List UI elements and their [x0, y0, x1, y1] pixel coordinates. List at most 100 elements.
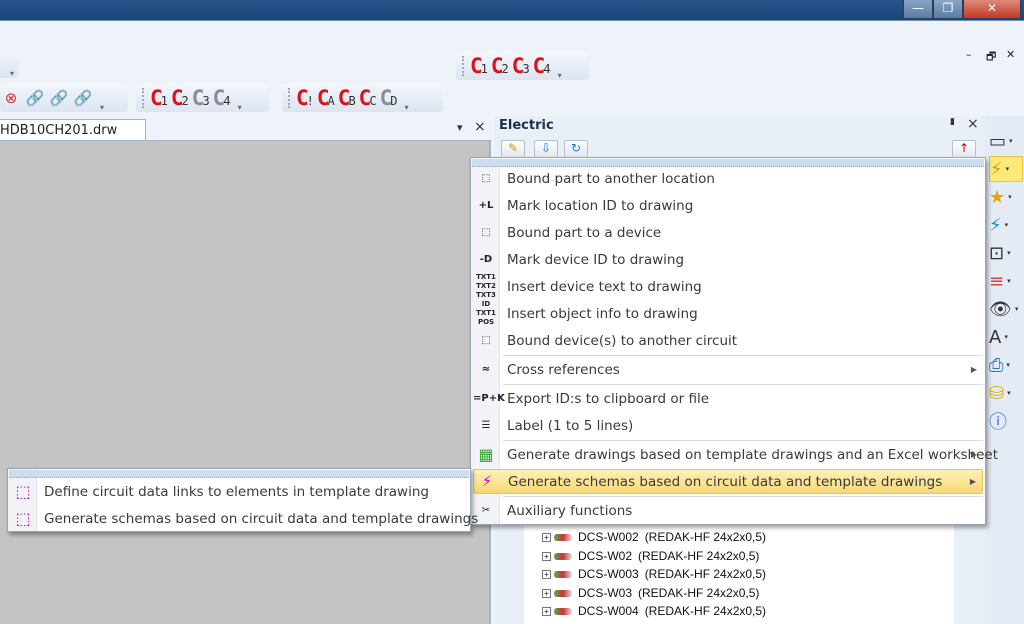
submenu-grip[interactable]	[9, 470, 469, 478]
mdi-restore-button[interactable]: 🗗	[986, 48, 996, 67]
circuit-letter: C	[337, 86, 351, 110]
window-icon[interactable]: ▭ ▾	[989, 128, 1023, 154]
window-minimize-button[interactable]: —	[903, 0, 933, 19]
help-icon[interactable]: ⓘ	[989, 408, 1023, 434]
menu-item[interactable]: ⬚ Bound part to another location	[473, 166, 983, 191]
circuit-button[interactable]: CA	[317, 86, 336, 110]
circuit-letter: C	[511, 54, 525, 78]
submenu-arrow-icon: ▶	[969, 477, 976, 486]
menu-item[interactable]: +L Mark location ID to drawing	[473, 193, 983, 218]
favorites-icon[interactable]: ★ ▾	[989, 184, 1023, 210]
menu-item[interactable]: TXT1 TXT2 TXT3 Insert device text to draw…	[473, 273, 983, 299]
window-restore-button[interactable]: ❐	[933, 0, 963, 19]
panel-close-button[interactable]: ×	[967, 116, 979, 132]
remove-icon[interactable]: ⊗	[0, 88, 22, 108]
circuit-button[interactable]: CC	[359, 86, 378, 110]
link-add-icon[interactable]: 🔗	[48, 88, 70, 108]
component-icon[interactable]: ⊡ ▾	[989, 240, 1023, 266]
menu-item-label: Auxiliary functions	[507, 502, 633, 519]
menu-item[interactable]: ID TXT1 POS Insert object info to drawing	[473, 300, 983, 326]
menu-item[interactable]: ☰ Label (1 to 5 lines)	[473, 413, 983, 438]
circuit-button[interactable]: C2	[171, 86, 190, 110]
drawing-canvas[interactable]	[0, 140, 491, 624]
cable-id: DCS-W003	[578, 567, 639, 581]
menu-separator	[503, 384, 983, 385]
device-text-icon: TXT1 TXT2 TXT3	[476, 273, 496, 299]
menu-item-label: Bound part to another location	[507, 170, 715, 187]
circuit-letter: C	[379, 86, 393, 110]
circuit-button[interactable]: CB	[338, 86, 357, 110]
circuit-index: 2	[181, 94, 189, 108]
circuit-button[interactable]: C!	[296, 86, 315, 110]
pane-close-button[interactable]: ×	[474, 119, 486, 135]
menu-item[interactable]: ≈ Cross references ▶	[473, 357, 983, 382]
expand-icon[interactable]: +	[542, 551, 551, 561]
circuit-button[interactable]: C4	[533, 54, 552, 78]
window-close-button[interactable]: ✕	[963, 0, 1021, 19]
menu-separator	[503, 355, 983, 356]
mdi-minimize-button[interactable]: –	[966, 48, 972, 61]
tree-node[interactable]: + DCS-W003 (REDAK-HF 24x2x0,5)	[542, 567, 766, 581]
pane-menu-button[interactable]: ▾	[457, 121, 463, 134]
menu-item-label: Cross references	[507, 361, 620, 378]
cable-id: DCS-W002	[578, 530, 639, 544]
menu-item[interactable]: ⬚ Bound device(s) to another circuit	[473, 328, 983, 353]
cable-type: (REDAK-HF 24x2x0,5)	[638, 585, 760, 600]
database-icon[interactable]: ⛁ ▾	[989, 380, 1023, 406]
cable-id: DCS-W03	[578, 585, 633, 600]
menu-item[interactable]: ⚡ Generate schemas based on circuit data …	[473, 469, 983, 494]
toolbar-overflow-icon[interactable]: ▾	[404, 103, 408, 112]
circuit-button[interactable]: C3	[192, 86, 211, 110]
circuit-button[interactable]: C3	[512, 54, 531, 78]
tree-node[interactable]: + DCS-W02 (REDAK-HF 24x2x0,5)	[542, 549, 759, 563]
circuit-button[interactable]: C1	[150, 86, 169, 110]
menu-item[interactable]: ✂ Auxiliary functions	[473, 498, 983, 523]
tree-node[interactable]: + DCS-W03 (REDAK-HF 24x2x0,5)	[542, 586, 759, 600]
circuit-index: 1	[160, 94, 168, 108]
menu-item-label: Generate schemas based on circuit data a…	[508, 473, 943, 490]
expand-icon[interactable]: +	[542, 570, 551, 580]
expand-icon[interactable]: +	[542, 533, 551, 543]
menu-separator	[503, 440, 983, 441]
expand-icon[interactable]: +	[542, 588, 551, 598]
cable-icon	[554, 534, 572, 542]
menu-item-label: Bound part to a device	[507, 224, 662, 241]
cable-icon	[554, 552, 572, 560]
cable-icon[interactable]: ≡ ▾	[989, 268, 1023, 294]
toolbar-overflow-icon[interactable]: ▾	[558, 71, 562, 80]
link-remove-icon[interactable]: 🔗	[72, 88, 94, 108]
text-style-icon[interactable]: A ▾	[989, 324, 1023, 350]
menu-item[interactable]: =P+K Export ID:s to clipboard or file	[473, 386, 983, 411]
circuit-toolbar-top: C1 C2 C3 C4 ▾	[456, 52, 589, 80]
submenu-item[interactable]: ⬚ Generate schemas based on circuit data …	[10, 506, 478, 531]
circuit-button[interactable]: C4	[213, 86, 232, 110]
expand-icon[interactable]: +	[542, 607, 551, 617]
submenu-item[interactable]: ⬚ Define circuit data links to elements i…	[10, 479, 468, 504]
toolbar-overflow-icon[interactable]: ▾	[10, 69, 14, 78]
circuit-button[interactable]: CD	[380, 86, 399, 110]
tree-node[interactable]: + DCS-W004 (REDAK-HF 24x2x0,5)	[542, 604, 766, 618]
menu-item[interactable]: ▦ Generate drawings based on template dra…	[473, 442, 998, 467]
link-toolbar: ⊗ 🔗 🔗 🔗 ▾	[0, 84, 128, 112]
link-folder-icon[interactable]: 🔗	[24, 88, 46, 108]
toolbar-overflow-icon[interactable]: ▾	[100, 103, 104, 112]
electric-icon[interactable]: ⚡ ▾	[989, 156, 1023, 182]
mark-device-icon: -D	[479, 254, 493, 265]
print-icon[interactable]: ⎙ ▾	[989, 352, 1023, 378]
toolbar-overflow-icon[interactable]: ▾	[238, 103, 242, 112]
circuit-button[interactable]: C2	[491, 54, 510, 78]
pin-icon[interactable]: ▮	[950, 117, 955, 127]
binoculars-icon[interactable]: 👁 ▾	[989, 296, 1023, 322]
export-ids-icon: =P+K	[473, 393, 505, 404]
circuit-button[interactable]: C1	[470, 54, 489, 78]
menu-item[interactable]: -D Mark device ID to drawing	[473, 247, 983, 272]
circuit-index: C	[369, 94, 376, 108]
submenu-item-label: Define circuit data links to elements in…	[44, 483, 429, 500]
electric-favorites-icon[interactable]: ⚡ ▾	[989, 212, 1023, 238]
menu-item[interactable]: ⬚ Bound part to a device	[473, 220, 983, 245]
mdi-close-button[interactable]: ✕	[1006, 48, 1015, 61]
cable-type: (REDAK-HF 24x2x0,5)	[638, 548, 760, 563]
document-tab[interactable]: HDB10CH201.drw	[0, 119, 146, 140]
bound-location-icon: ⬚	[481, 173, 491, 184]
tree-node[interactable]: + DCS-W002 (REDAK-HF 24x2x0,5)	[542, 530, 766, 544]
